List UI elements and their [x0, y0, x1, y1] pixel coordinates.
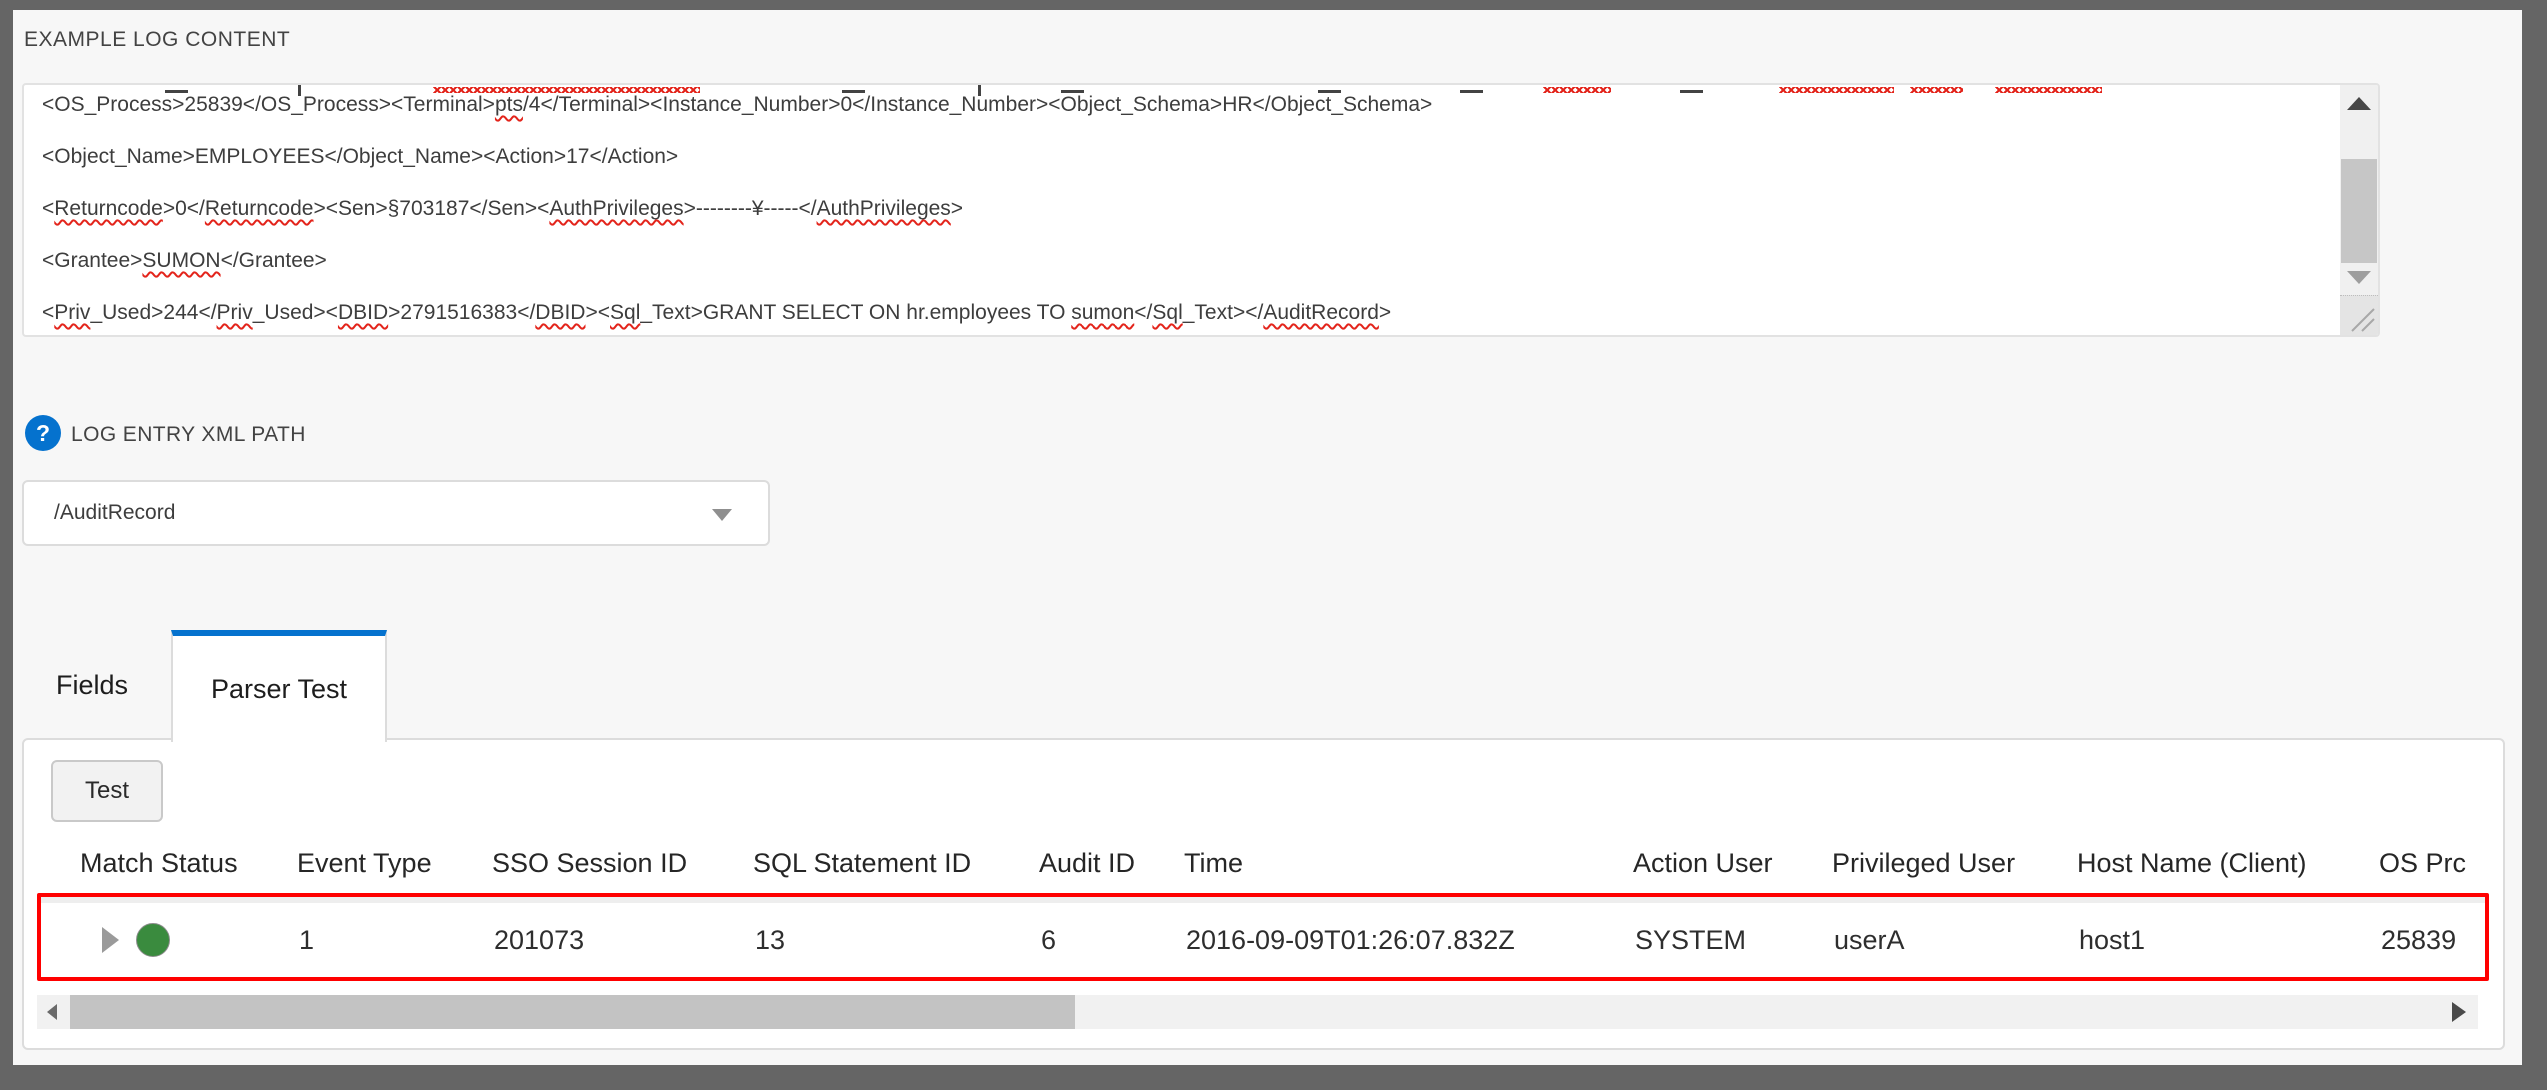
log-line: <Priv_Used>244</Priv_Used><DBID>27915163… [42, 287, 2338, 335]
scroll-right-icon[interactable] [2452, 1002, 2466, 1022]
tab-parser-test[interactable]: Parser Test [171, 630, 387, 742]
example-log-content-label: EXAMPLE LOG CONTENT [24, 28, 290, 52]
match-status-cell [82, 923, 299, 957]
scroll-down-button[interactable] [2340, 259, 2378, 295]
column-header-privileged-user: Privileged User [1832, 848, 2077, 879]
log-lines: <OS_Process>25839</OS_Process><Terminal>… [24, 85, 2338, 335]
xml-path-dropdown[interactable]: /AuditRecord [22, 480, 770, 546]
table-header-row: Match Status Event Type SSO Session ID S… [80, 835, 2503, 891]
horizontal-scrollbar[interactable] [37, 995, 2478, 1029]
table-row[interactable]: 1 201073 13 6 2016-09-09T01:26:07.832Z S… [41, 903, 2485, 977]
cell-event-type: 1 [299, 925, 494, 956]
log-line: <Object_Name>EMPLOYEES</Object_Name><Act… [42, 131, 2338, 183]
log-text: <OS_Process>25839</OS_Process><Terminal>… [24, 85, 2338, 335]
cell-privileged-user: userA [1834, 925, 2079, 956]
example-log-content-textarea[interactable]: <OS_Process>25839</OS_Process><Terminal>… [22, 83, 2380, 337]
column-header-event-type: Event Type [297, 848, 492, 879]
cell-sql-statement-id: 13 [755, 925, 1041, 956]
xml-path-dropdown-value: /AuditRecord [24, 501, 175, 525]
arrow-up-icon [2347, 97, 2371, 110]
scroll-left-icon[interactable] [47, 1004, 57, 1020]
parser-test-panel: Test Match Status Event Type SSO Session… [22, 738, 2505, 1050]
clipped-line-fragments [24, 85, 2338, 99]
tab-fields[interactable]: Fields [22, 630, 162, 740]
log-entry-xml-path-label: LOG ENTRY XML PATH [71, 423, 306, 447]
vertical-scrollbar-track[interactable] [2340, 121, 2378, 259]
column-header-action-user: Action User [1633, 848, 1832, 879]
window: EXAMPLE LOG CONTENT <OS_Process>25839</O… [0, 0, 2547, 1090]
cell-os-process: 25839 [2381, 925, 2485, 956]
cell-time: 2016-09-09T01:26:07.832Z [1186, 925, 1635, 956]
column-header-host-name-client: Host Name (Client) [2077, 848, 2379, 879]
cell-sso-session-id: 201073 [494, 925, 755, 956]
highlighted-row-outline: 1 201073 13 6 2016-09-09T01:26:07.832Z S… [37, 893, 2489, 981]
grip-lines [2346, 301, 2378, 335]
help-icon[interactable]: ? [25, 415, 61, 451]
vertical-scrollbar[interactable] [2340, 85, 2378, 335]
horizontal-scrollbar-thumb[interactable] [70, 995, 1075, 1029]
column-header-match-status: Match Status [80, 848, 297, 879]
log-line: <Returncode>0</Returncode><Sen>§703187</… [42, 183, 2338, 235]
test-button[interactable]: Test [51, 760, 163, 822]
scroll-up-button[interactable] [2340, 85, 2378, 121]
cell-audit-id: 6 [1041, 925, 1186, 956]
cell-host-name-client: host1 [2079, 925, 2381, 956]
row-expander-icon[interactable] [102, 927, 119, 953]
chevron-down-icon [712, 509, 732, 521]
resize-grip-icon[interactable] [2340, 295, 2378, 335]
column-header-os-process: OS Prc [2379, 848, 2503, 879]
match-status-dot [136, 923, 170, 957]
column-header-sql-statement-id: SQL Statement ID [753, 848, 1039, 879]
column-header-audit-id: Audit ID [1039, 848, 1184, 879]
column-header-sso-session-id: SSO Session ID [492, 848, 753, 879]
cell-action-user: SYSTEM [1635, 925, 1834, 956]
column-header-time: Time [1184, 848, 1633, 879]
vertical-scrollbar-thumb[interactable] [2341, 159, 2377, 263]
log-line: <Grantee>SUMON</Grantee> [42, 235, 2338, 287]
arrow-down-icon [2347, 271, 2371, 284]
